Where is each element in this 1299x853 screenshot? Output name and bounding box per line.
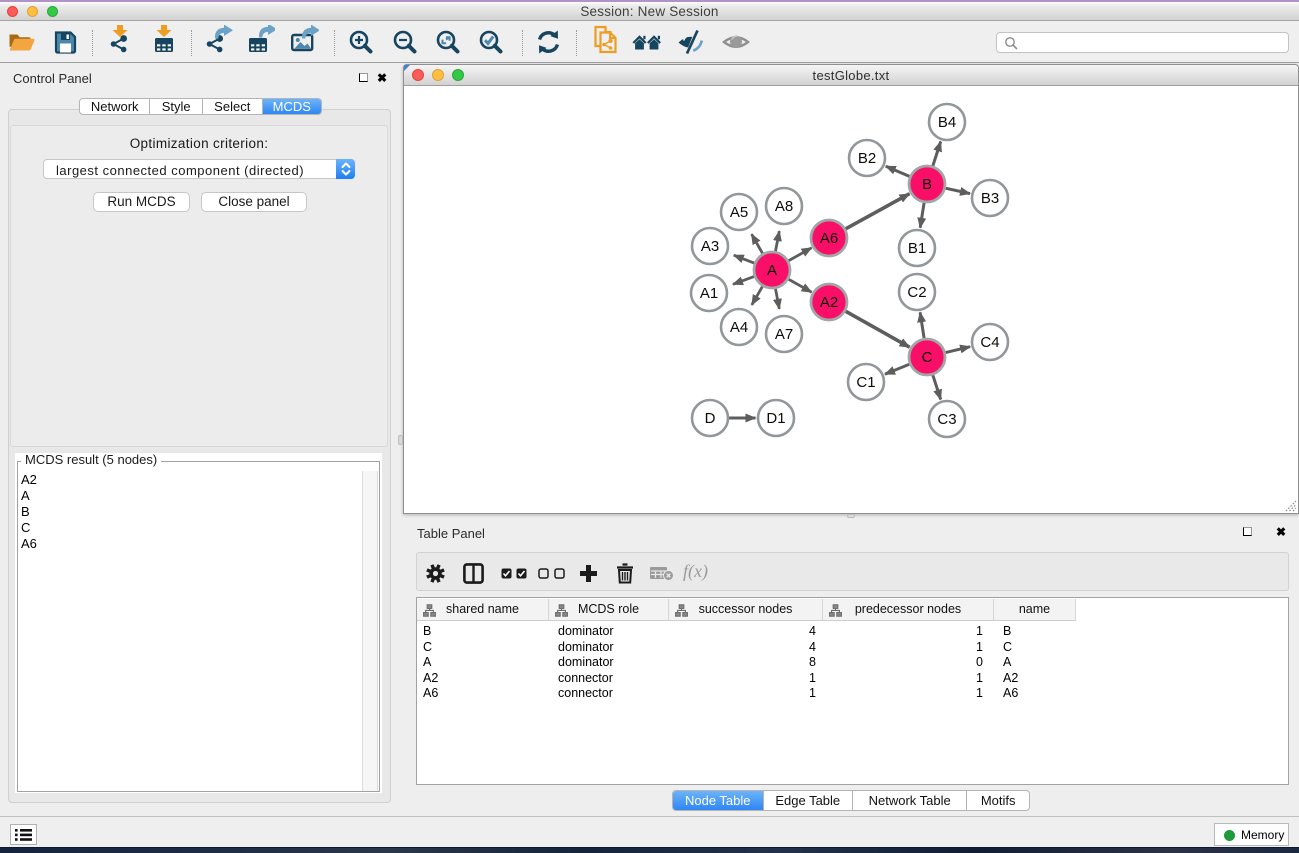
svg-text:A3: A3 [701,238,719,255]
svg-text:A1: A1 [700,285,718,302]
svg-text:C1: C1 [856,374,875,391]
svg-text:A8: A8 [775,198,793,215]
svg-text:A2: A2 [820,294,838,311]
svg-text:B3: B3 [981,190,999,207]
svg-text:C3: C3 [937,411,956,428]
svg-text:B: B [922,176,932,193]
svg-text:B4: B4 [938,114,956,131]
svg-text:D: D [705,410,716,427]
svg-text:C4: C4 [980,334,999,351]
svg-text:B2: B2 [858,150,876,167]
svg-text:A7: A7 [775,326,793,343]
svg-text:C2: C2 [907,284,926,301]
svg-text:D1: D1 [766,410,785,427]
svg-text:A5: A5 [730,204,748,221]
svg-text:C: C [922,349,933,366]
svg-text:A: A [767,262,777,279]
svg-text:A4: A4 [730,319,748,336]
svg-text:A6: A6 [820,230,838,247]
svg-text:B1: B1 [908,240,926,257]
